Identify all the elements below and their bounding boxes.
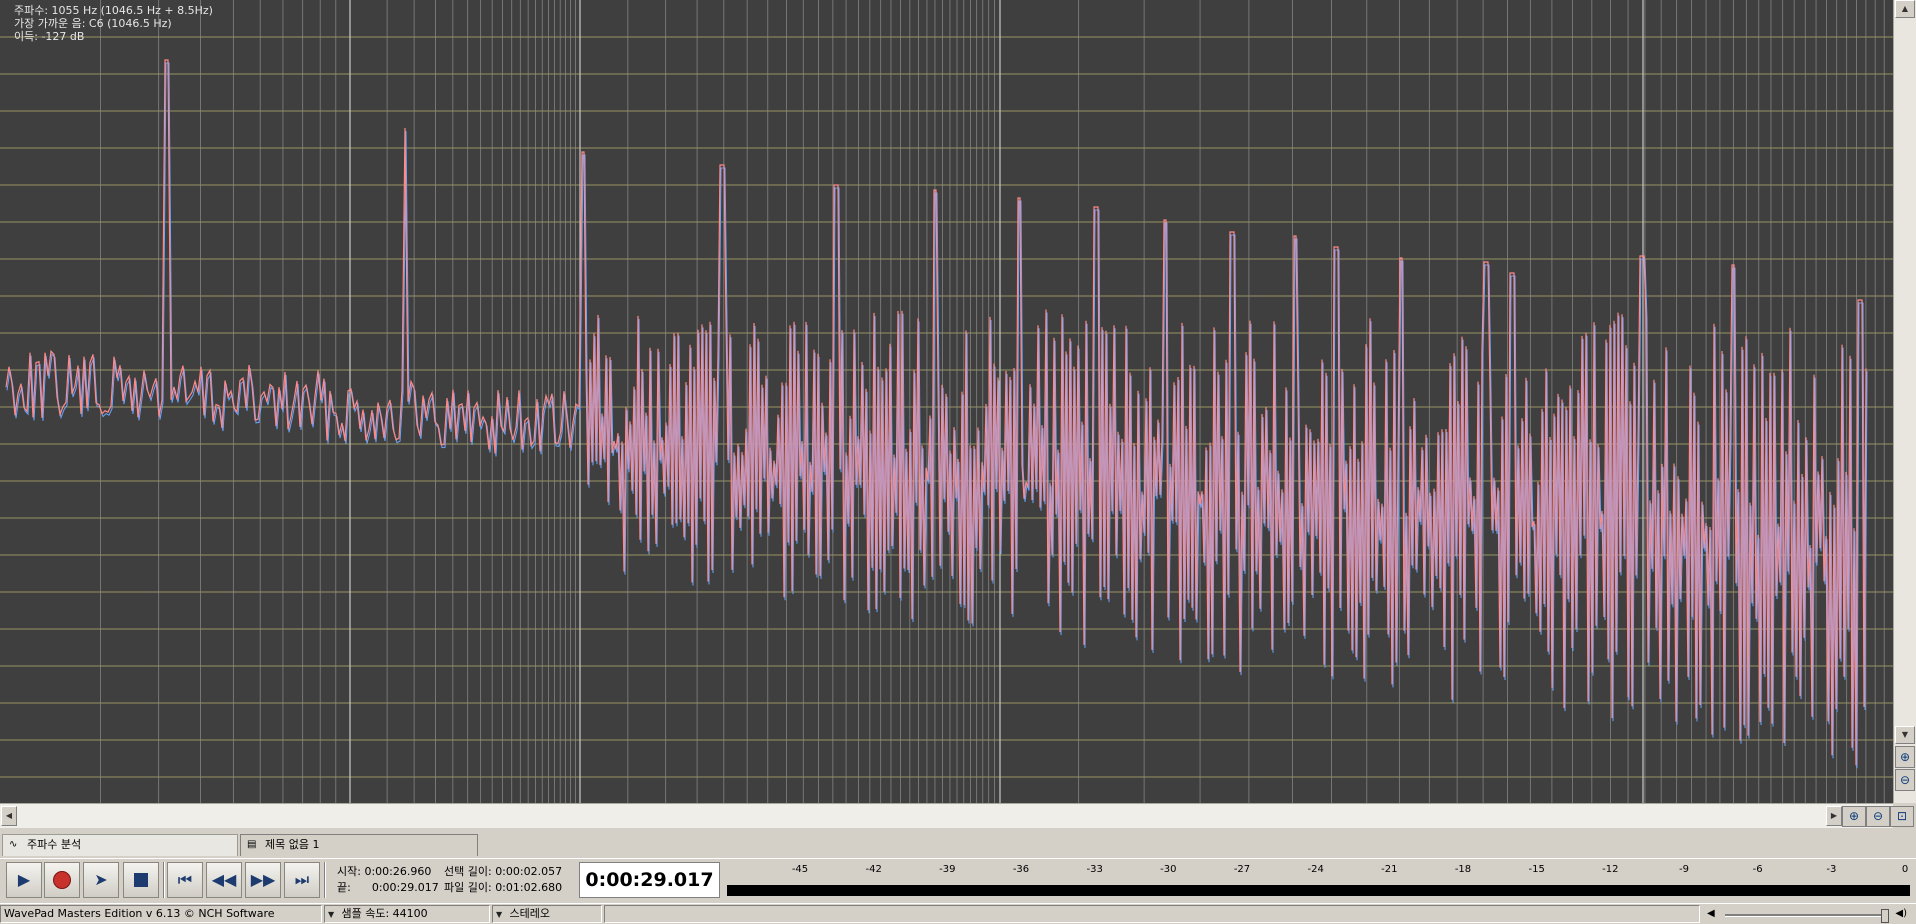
volume-knob[interactable] [1881,909,1889,923]
dropdown-arrow-icon: ▼ [496,910,503,919]
meter-tick-label: -3 [1826,864,1837,875]
current-time-display: 0:00:29.017 [579,862,720,898]
tab-label: 주파수 분석 [27,838,82,851]
zoom-out-button[interactable]: ⊖ [1866,806,1890,827]
start-label: 시작: [337,865,361,878]
zoom-out-icon: ⊖ [1899,773,1911,787]
zoom-out-icon: ⊖ [1872,809,1884,823]
selection-length: 선택 길이: 0:00:02.057 [444,865,562,879]
status-bar: WavePad Masters Edition v 6.13 © NCH Sof… [0,903,1916,924]
meter-tick-label: -39 [939,864,956,875]
meter-tick-label: -36 [1012,864,1030,875]
meter-tick-label: -9 [1679,864,1689,875]
file-length-value: 0:01:02.680 [495,881,563,894]
waveform-icon: ▤ [247,839,257,850]
horizontal-scrollbar[interactable]: ◀ ▶ ⊕ ⊖ ⊡ [0,803,1914,828]
zoom-in-icon: ⊕ [1848,809,1860,823]
sample-rate-field[interactable]: ▼ 샘플 속도: 44100 [324,905,490,923]
skip-end-icon: ⏭ [294,870,310,889]
tab-label: 제목 없음 1 [265,838,320,851]
zoom-in-icon: ⊕ [1899,750,1911,764]
status-message [604,905,1700,923]
zoom-fit-button[interactable]: ⊡ [1890,806,1914,827]
dropdown-arrow-icon: ▼ [328,910,335,919]
play-icon: ▶ [17,870,31,889]
volume-track [1725,914,1889,917]
fast-forward-button[interactable]: ▶▶ [245,862,281,898]
meter-tick-label: -24 [1307,864,1324,875]
selection-end: 끝: 0:00:29.017 [337,881,439,895]
volume-high-icon: ◀) [1895,908,1907,919]
spectrum-plot[interactable]: 주파수: 1055 Hz (1046.5 Hz + 8.5Hz) 가장 가까운 … [0,0,1893,803]
selection-start: 시작: 0:00:26.960 [337,865,431,879]
vertical-zoom-out-button[interactable]: ⊖ [1895,769,1915,791]
file-length-label: 파일 길이: [444,881,492,894]
skip-end-button[interactable]: ⏭ [284,862,320,898]
level-meter: -45 -42 -39 -36 -33 -30 -27 -24 -21 -18 -15 -12 -9 -6… [725,862,1912,898]
meter-tick-label: -33 [1086,864,1103,875]
separator [324,862,326,898]
end-value: 0:00:29.017 [371,881,439,894]
rewind-icon: ◀◀ [211,870,237,889]
zoom-in-button[interactable]: ⊕ [1842,806,1866,827]
meter-scale: -45 -42 -39 -36 -33 -30 -27 -24 -21 -18 -15 -12 -9 -6… [725,862,1912,880]
volume-slider[interactable]: ◀ ◀) [1703,906,1911,923]
skip-start-icon: ⏮ [177,870,193,889]
zoom-fit-icon: ⊡ [1896,809,1908,823]
start-value: 0:00:26.960 [364,865,432,878]
cursor-readout: 주파수: 1055 Hz (1046.5 Hz + 8.5Hz) 가장 가까운 … [14,4,213,43]
end-label: 끝: [337,881,351,894]
scrub-button[interactable]: ➤ [83,862,119,898]
gain-readout: 이득: -127 dB [14,30,85,43]
record-button[interactable] [44,862,80,898]
meter-tick-label: -15 [1528,864,1545,875]
document-tabs: ∿ 주파수 분석 ▤ 제목 없음 1 [0,828,1916,858]
skip-start-button[interactable]: ⏮ [167,862,203,898]
selection-length-label: 선택 길이: [444,865,492,878]
selection-length-value: 0:00:02.057 [495,865,563,878]
meter-tick-label: -18 [1454,864,1472,875]
vertical-scrollbar[interactable]: ▲ ▼ ⊕ ⊖ [1893,0,1916,803]
spectrum-icon: ∿ [9,839,18,850]
rewind-button[interactable]: ◀◀ [206,862,242,898]
scrub-icon: ➤ [94,870,108,889]
frequency-readout: 주파수: 1055 Hz (1046.5 Hz + 8.5Hz) [14,4,213,17]
meter-tick-label: -30 [1160,864,1177,875]
vertical-zoom-in-button[interactable]: ⊕ [1895,746,1915,768]
meter-tick-label: -12 [1602,864,1619,875]
transport-bar: ▶ ➤ ⏮ ◀◀ ▶▶ ⏭ 시작: 0:00:26.960 끝: 0:00:29… [0,858,1916,903]
tab-frequency-analysis[interactable]: ∿ 주파수 분석 [2,834,238,856]
meter-tick-label: -42 [865,864,882,875]
play-button[interactable]: ▶ [6,862,42,898]
channels-label: 스테레오 [509,907,550,920]
meter-tick-label: -6 [1752,864,1763,875]
file-length: 파일 길이: 0:01:02.680 [444,881,562,895]
separator [163,862,165,898]
meter-tick-label: -21 [1381,864,1398,875]
spectrum-trace-primary [5,59,1867,766]
scroll-right-button[interactable]: ▶ [1826,806,1842,826]
level-meter-bar [727,885,1910,896]
meter-tick-label: -45 [791,864,809,875]
app-title: WavePad Masters Edition v 6.13 © NCH Sof… [0,905,322,923]
sample-rate-label: 샘플 속도: 44100 [341,907,428,920]
scroll-up-button[interactable]: ▲ [1895,0,1915,18]
stop-button[interactable] [123,862,159,898]
stop-icon [134,873,148,887]
tab-untitled-1[interactable]: ▤ 제목 없음 1 [240,834,478,856]
nearest-note-readout: 가장 가까운 음: C6 (1046.5 Hz) [14,17,172,30]
record-icon [53,871,71,889]
meter-tick-label: 0 [1901,864,1909,875]
fast-forward-icon: ▶▶ [250,870,276,889]
spectrum-graph [0,0,1893,803]
volume-low-icon: ◀ [1707,908,1715,919]
channels-field[interactable]: ▼ 스테레오 [492,905,602,923]
scroll-left-button[interactable]: ◀ [1,806,17,826]
scroll-down-button[interactable]: ▼ [1895,726,1915,744]
meter-tick-label: -27 [1233,864,1251,875]
